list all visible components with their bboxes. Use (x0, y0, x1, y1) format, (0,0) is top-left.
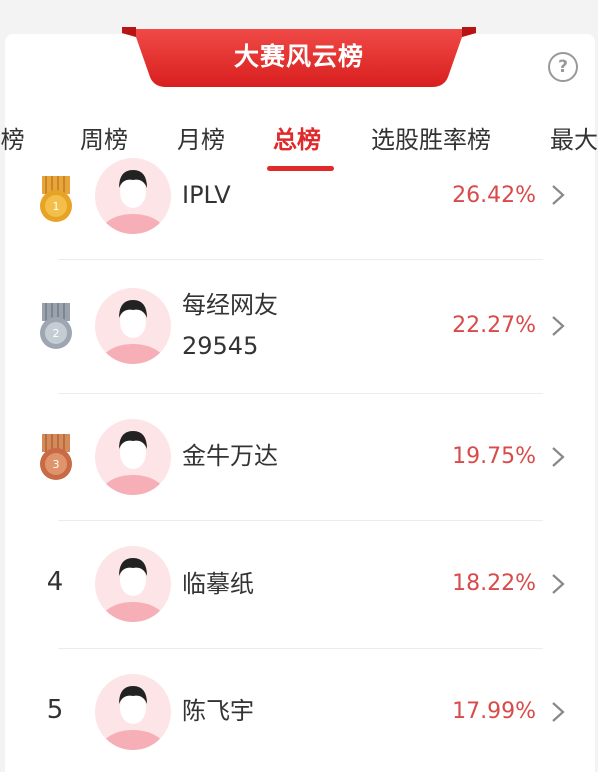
chevron-right-icon (550, 700, 566, 724)
return-percent: 26.42% (452, 183, 536, 208)
user-name: 陈飞宇 (182, 697, 254, 725)
user-name: 金牛万达 (182, 442, 278, 470)
user-name: 每经网友 (182, 291, 278, 319)
tab-daily[interactable]: l榜 (0, 120, 25, 155)
chevron-right-icon (550, 314, 566, 338)
tab-stock-win-rate[interactable]: 选股胜率榜 (371, 120, 491, 155)
bronze-medal-icon: 3 (36, 434, 76, 482)
silver-medal-icon: 2 (36, 303, 76, 351)
chevron-right-icon (550, 445, 566, 469)
svg-text:3: 3 (53, 458, 60, 471)
tab-max[interactable]: 最大 (550, 120, 598, 155)
avatar (95, 419, 171, 495)
rank-number: 5 (46, 695, 64, 725)
return-percent: 18.22% (452, 571, 536, 596)
tab-weekly[interactable]: 周榜 (80, 120, 128, 155)
tab-monthly[interactable]: 月榜 (177, 120, 225, 155)
avatar (95, 674, 171, 750)
svg-text:1: 1 (53, 200, 60, 213)
avatar (95, 288, 171, 364)
user-name: 临摹纸 (182, 570, 254, 598)
leaderboard-row[interactable]: 3 金牛万达 19.75% (0, 394, 598, 521)
banner-title: 大赛风云榜 (233, 42, 364, 71)
tab-overall[interactable]: 总榜 (273, 120, 321, 155)
rank-number: 4 (46, 567, 64, 597)
gold-medal-icon: 1 (36, 176, 76, 224)
avatar (95, 158, 171, 234)
return-percent: 17.99% (452, 699, 536, 724)
return-percent: 22.27% (452, 313, 536, 338)
user-name: IPLV (182, 181, 231, 209)
leaderboard-banner: 大赛风云榜 (122, 27, 476, 89)
svg-text:2: 2 (53, 327, 60, 340)
chevron-right-icon (550, 572, 566, 596)
user-name-line-2: 29545 (182, 332, 259, 360)
return-percent: 19.75% (452, 444, 536, 469)
help-icon[interactable]: ? (548, 52, 578, 82)
avatar (95, 546, 171, 622)
leaderboard-row[interactable]: 2 每经网友 29545 22.27% (0, 260, 598, 393)
period-tabs: l榜 周榜 月榜 总榜 选股胜率榜 最大 (0, 110, 598, 174)
leaderboard-row[interactable]: 5 陈飞宇 17.99% (0, 649, 598, 772)
chevron-right-icon (550, 183, 566, 207)
leaderboard-row[interactable]: 4 临摹纸 18.22% (0, 521, 598, 649)
leaderboard-row[interactable]: 1 IPLV 26.42% (0, 158, 598, 260)
